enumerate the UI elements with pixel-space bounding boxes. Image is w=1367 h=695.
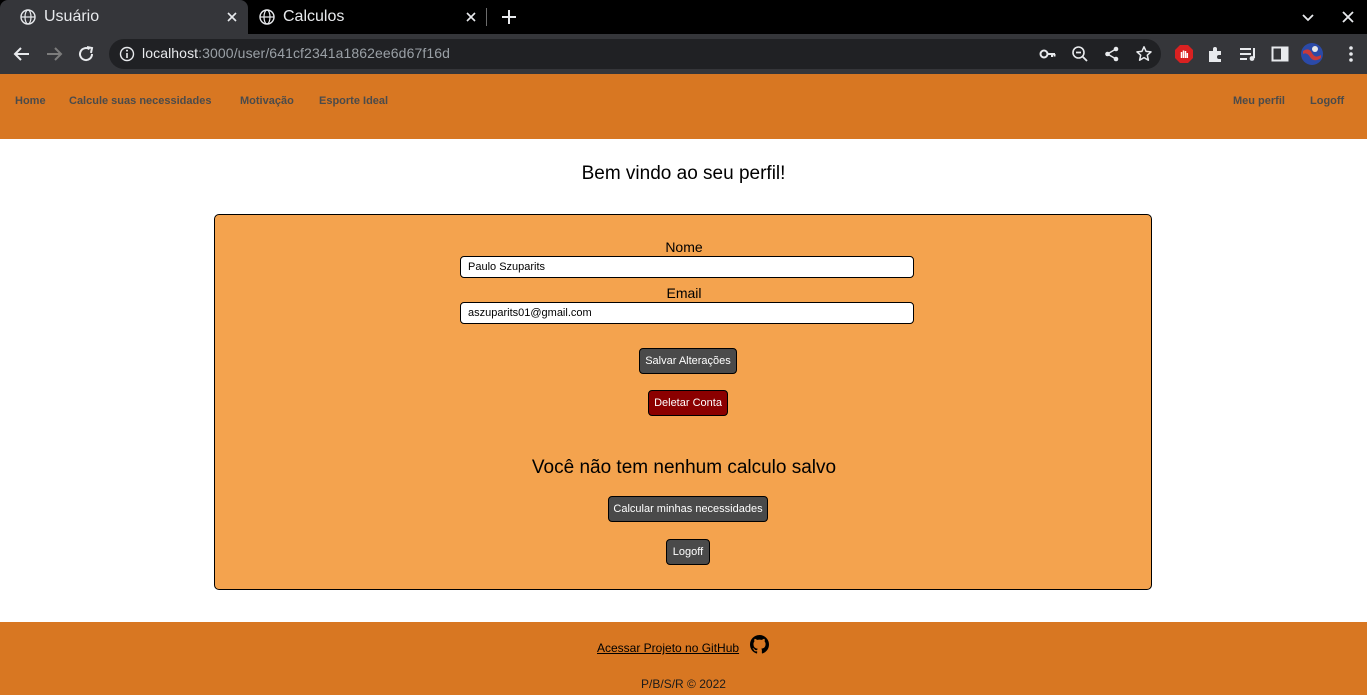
site-navbar: Home Calcule suas necessidades Motivação… <box>0 74 1367 139</box>
nav-home[interactable]: Home <box>15 95 46 107</box>
key-icon[interactable] <box>1039 45 1057 63</box>
reload-icon[interactable] <box>77 45 95 63</box>
tab-separator <box>486 8 487 26</box>
new-tab-icon[interactable] <box>500 8 518 26</box>
url-text: localhost:3000/user/641cf2341a1862ee6d67… <box>142 45 450 61</box>
copyright-text: P/B/S/R © 2022 <box>641 677 726 691</box>
tab-calculos[interactable]: Calculos <box>239 0 487 34</box>
no-calculations-message: Você não tem nenhum calculo salvo <box>531 457 837 478</box>
github-link[interactable]: Acessar Projeto no GitHub <box>597 641 739 655</box>
close-icon[interactable] <box>463 9 479 25</box>
share-icon[interactable] <box>1103 45 1121 63</box>
url-path: :3000/user/641cf2341a1862ee6d67f16d <box>198 45 450 61</box>
side-panel-icon[interactable] <box>1270 44 1290 64</box>
nav-motivacao[interactable]: Motivação <box>240 95 294 107</box>
more-menu-icon[interactable] <box>1348 45 1354 63</box>
profile-avatar[interactable] <box>1300 42 1324 66</box>
address-bar[interactable]: localhost:3000/user/641cf2341a1862ee6d67… <box>109 39 1161 69</box>
zoom-out-icon[interactable] <box>1071 45 1089 63</box>
page-title: Bem vindo ao seu perfil! <box>581 163 786 184</box>
puzzle-extensions-icon[interactable] <box>1206 44 1226 64</box>
save-changes-button[interactable]: Salvar Alterações <box>639 348 737 374</box>
media-queue-icon[interactable] <box>1238 44 1258 64</box>
profile-card: Nome Email Salvar Alterações Deletar Con… <box>214 214 1152 590</box>
chevron-down-icon[interactable] <box>1300 9 1316 25</box>
globe-icon <box>20 9 36 25</box>
nav-calcule[interactable]: Calcule suas necessidades <box>69 95 211 107</box>
email-field[interactable] <box>460 302 914 324</box>
nav-esporte-ideal[interactable]: Esporte Ideal <box>319 95 388 107</box>
forward-arrow-icon[interactable] <box>45 45 63 63</box>
browser-tab-strip: Usuário Calculos <box>0 0 1367 34</box>
back-arrow-icon[interactable] <box>13 45 31 63</box>
nav-meu-perfil[interactable]: Meu perfil <box>1233 95 1285 107</box>
delete-account-button[interactable]: Deletar Conta <box>648 390 728 416</box>
adblock-extension-icon[interactable] <box>1174 44 1194 64</box>
info-icon[interactable] <box>119 46 135 62</box>
window-close-icon[interactable] <box>1340 9 1356 25</box>
globe-icon <box>259 9 275 25</box>
tab-usuario[interactable]: Usuário <box>0 0 248 34</box>
email-label: Email <box>666 285 702 301</box>
url-host: localhost <box>142 45 199 61</box>
star-icon[interactable] <box>1135 45 1153 63</box>
site-footer: Acessar Projeto no GitHub P/B/S/R © 2022 <box>0 622 1367 695</box>
tab-title: Usuário <box>44 8 100 25</box>
logoff-button[interactable]: Logoff <box>666 539 710 565</box>
close-icon[interactable] <box>224 9 240 25</box>
tab-title: Calculos <box>283 8 345 25</box>
nav-logoff[interactable]: Logoff <box>1310 95 1344 107</box>
name-field[interactable] <box>460 256 914 278</box>
browser-toolbar: localhost:3000/user/641cf2341a1862ee6d67… <box>0 34 1367 74</box>
name-label: Nome <box>665 239 703 255</box>
calculate-needs-button[interactable]: Calcular minhas necessidades <box>608 496 768 522</box>
github-icon[interactable] <box>750 635 769 654</box>
